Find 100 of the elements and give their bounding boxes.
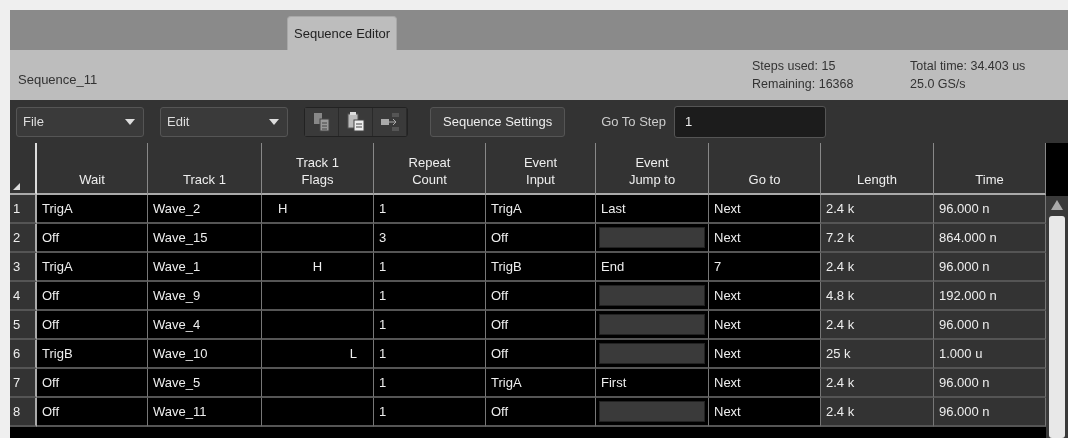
table-cell: 1 bbox=[374, 282, 486, 311]
table-cell: Off bbox=[37, 311, 148, 340]
table-cell: 1 bbox=[374, 195, 486, 224]
table-cell: Off bbox=[37, 282, 148, 311]
table-cell: 1 bbox=[374, 340, 486, 369]
table-cell: 1 bbox=[374, 398, 486, 427]
column-header[interactable]: Length bbox=[821, 143, 934, 195]
row-number: 5 bbox=[10, 311, 37, 340]
row-number: 4 bbox=[10, 282, 37, 311]
table-cell: 2.4 k bbox=[821, 253, 934, 282]
caret-icon bbox=[125, 118, 135, 125]
stat-text: Steps used: 15 bbox=[752, 59, 837, 73]
table-cell: 3 bbox=[374, 224, 486, 253]
sequence-settings-button[interactable]: Sequence Settings bbox=[430, 106, 566, 137]
table-cell: 7 bbox=[709, 253, 821, 282]
table-cell: Next bbox=[709, 195, 821, 224]
table-cell: 96.000 n bbox=[934, 311, 1046, 340]
table-cell: H bbox=[262, 253, 374, 282]
row-number: 7 bbox=[10, 369, 37, 398]
table-cell: TrigA bbox=[37, 253, 148, 282]
corner-triangle-icon bbox=[13, 183, 20, 190]
table-cell: Next bbox=[709, 340, 821, 369]
scrollbar-thumb[interactable] bbox=[1049, 216, 1065, 438]
table-cell: 2.4 k bbox=[821, 195, 934, 224]
table-cell: 2.4 k bbox=[821, 369, 934, 398]
table-cell: Next bbox=[709, 398, 821, 427]
row-number: 8 bbox=[10, 398, 37, 427]
column-header[interactable]: Go to bbox=[709, 143, 821, 195]
scroll-up-icon[interactable] bbox=[1051, 200, 1063, 210]
table-cell: TrigA bbox=[486, 369, 596, 398]
column-header[interactable]: Repeat Count bbox=[374, 143, 486, 195]
table-cell: 96.000 n bbox=[934, 369, 1046, 398]
menu-dropdown[interactable]: Edit bbox=[160, 106, 288, 137]
copy-icon[interactable] bbox=[305, 107, 339, 136]
stat-text: Total time: 34.403 us bbox=[910, 59, 1027, 73]
table-cell: 192.000 n bbox=[934, 282, 1046, 311]
insert-icon[interactable] bbox=[373, 107, 407, 136]
go-to-step-field[interactable]: 1 bbox=[673, 105, 826, 138]
table-cell: 2.4 k bbox=[821, 398, 934, 427]
table-cell: 96.000 n bbox=[934, 195, 1046, 224]
table-cell: Wave_4 bbox=[148, 311, 262, 340]
table-cell: Next bbox=[709, 311, 821, 340]
stat-text: Remaining: 16368 bbox=[752, 77, 855, 91]
table-cell: End bbox=[596, 253, 709, 282]
row-number: 6 bbox=[10, 340, 37, 369]
table-cell: Wave_10 bbox=[148, 340, 262, 369]
table-cell: Wave_1 bbox=[148, 253, 262, 282]
paste-icon[interactable] bbox=[339, 107, 373, 136]
table-cell: Next bbox=[709, 369, 821, 398]
table-cell: 1 bbox=[374, 369, 486, 398]
table-cell: Off bbox=[486, 398, 596, 427]
table-cell: 96.000 n bbox=[934, 398, 1046, 427]
table-cell: TrigA bbox=[486, 195, 596, 224]
table-cell: TrigB bbox=[486, 253, 596, 282]
table-cell: Next bbox=[709, 224, 821, 253]
table-cell: Off bbox=[37, 369, 148, 398]
table-cell: Last bbox=[596, 195, 709, 224]
stat-text: 25.0 GS/s bbox=[910, 77, 967, 91]
row-number: 2 bbox=[10, 224, 37, 253]
table-cell: 96.000 n bbox=[934, 253, 1046, 282]
table-cell: First bbox=[596, 369, 709, 398]
column-header[interactable]: Time bbox=[934, 143, 1046, 195]
column-header[interactable]: Wait bbox=[37, 143, 148, 195]
table-cell: Wave_2 bbox=[148, 195, 262, 224]
row-number: 3 bbox=[10, 253, 37, 282]
table-cell: Off bbox=[37, 398, 148, 427]
row-number: 1 bbox=[10, 195, 37, 224]
tab[interactable]: Sequence Editor bbox=[287, 16, 398, 50]
table-cell: Off bbox=[486, 311, 596, 340]
table-cell: 7.2 k bbox=[821, 224, 934, 253]
table-cell: Off bbox=[486, 282, 596, 311]
table-cell: 1 bbox=[374, 253, 486, 282]
table-cell: TrigA bbox=[37, 195, 148, 224]
table-cell: 1.000 u bbox=[934, 340, 1046, 369]
table-cell: H bbox=[262, 195, 374, 224]
scrollbar[interactable] bbox=[1046, 196, 1068, 438]
table-cell: L bbox=[262, 340, 374, 369]
caret-icon bbox=[269, 118, 279, 125]
table-cell: Wave_11 bbox=[148, 398, 262, 427]
select-all-corner[interactable] bbox=[10, 143, 37, 195]
table-cell: Off bbox=[486, 224, 596, 253]
table-cell: TrigB bbox=[37, 340, 148, 369]
table-cell: 864.000 n bbox=[934, 224, 1046, 253]
table-cell: 1 bbox=[374, 311, 486, 340]
sequence-name: Sequence_11 bbox=[18, 70, 99, 87]
column-header[interactable]: Event Input bbox=[486, 143, 596, 195]
column-header[interactable]: Track 1 bbox=[148, 143, 262, 195]
table-cell: Off bbox=[486, 340, 596, 369]
table-cell: Wave_9 bbox=[148, 282, 262, 311]
table-cell: 4.8 k bbox=[821, 282, 934, 311]
column-header[interactable]: Track 1 Flags bbox=[262, 143, 374, 195]
go-to-step-label: Go To Step bbox=[601, 114, 666, 129]
table-cell: Wave_5 bbox=[148, 369, 262, 398]
column-header[interactable]: Event Jump to bbox=[596, 143, 709, 195]
table-cell: 25 k bbox=[821, 340, 934, 369]
table-cell: 2.4 k bbox=[821, 311, 934, 340]
menu-dropdown[interactable]: File bbox=[16, 106, 144, 137]
table-cell: Off bbox=[37, 224, 148, 253]
table-cell: Wave_15 bbox=[148, 224, 262, 253]
table-cell: Next bbox=[709, 282, 821, 311]
